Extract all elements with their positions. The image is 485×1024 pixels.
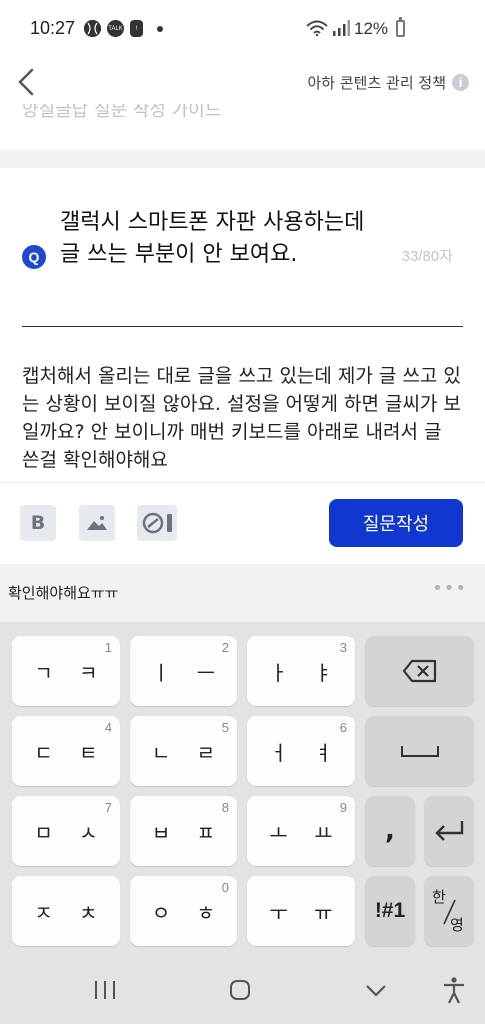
suggestion-item[interactable]: 확인해야해요ㅠㅠ (8, 582, 118, 603)
keyboard: ㄱ ㅋ 1 ㅣ ㅡ 2 ㅏ ㅑ 3 ㄷ ㅌ 4 ㄴ ㄹ 5 ㅓ ㅕ 6 ㅁ ㅅ … (0, 622, 485, 955)
key-label: ㅜ ㅠ (269, 900, 343, 925)
key-number: 6 (339, 720, 347, 735)
battery-icon (396, 17, 405, 37)
signal-icon (333, 20, 350, 36)
status-time: 10:27 (30, 18, 76, 38)
symbols-key[interactable]: !#1 (365, 876, 415, 946)
chevron-left-icon (18, 68, 34, 96)
language-toggle-key[interactable]: 한 영 (424, 876, 474, 946)
content-policy-link[interactable]: 아하 콘텐츠 관리 정책 i (307, 72, 469, 93)
notification-dot-icon (157, 25, 163, 32)
question-title-text[interactable]: 갤럭시 스마트폰 자판 사용하는데 글 쓰는 부분이 안 보여요. (60, 207, 390, 271)
question-guide-link[interactable]: 양질글답 질문 작성 가이드 (0, 104, 485, 126)
link-icon (142, 512, 172, 534)
key-number: 9 (339, 800, 347, 815)
question-guide-text: 양질글답 질문 작성 가이드 (22, 104, 222, 121)
bold-button[interactable]: B (20, 505, 56, 541)
keyboard-suggestion-bar: 확인해야해요ㅠㅠ ••• (0, 564, 485, 622)
key-number: 8 (221, 800, 229, 815)
alert-icon: ! (130, 20, 143, 37)
link-button[interactable] (137, 505, 177, 541)
back-button[interactable] (12, 64, 46, 100)
key-label: ㅓ ㅕ (269, 740, 343, 765)
key-number: 5 (221, 720, 229, 735)
accessibility-icon (444, 977, 464, 1004)
hide-keyboard-button[interactable] (356, 975, 396, 1005)
content-policy-label: 아하 콘텐츠 관리 정책 (307, 74, 446, 92)
question-title-field[interactable]: Q 갤럭시 스마트폰 자판 사용하는데 글 쓰는 부분이 안 보여요. 33/8… (22, 207, 463, 307)
key-label: ㅇ ㅎ (151, 900, 226, 925)
section-divider (0, 150, 485, 168)
more-dots-icon[interactable]: ••• (432, 578, 467, 599)
backspace-icon (402, 659, 436, 683)
accessibility-button[interactable] (434, 975, 474, 1005)
question-badge-icon: Q (22, 245, 46, 269)
hide-keyboard-icon (366, 985, 386, 997)
key-number: 4 (104, 720, 112, 735)
key-a-ya[interactable]: ㅏ ㅑ 3 (247, 636, 355, 706)
key-label: ㅗ ㅛ (269, 820, 343, 845)
baseball-icon (84, 20, 101, 37)
key-label: ㅈ ㅊ (34, 900, 108, 925)
title-char-counter: 33/80자 (401, 248, 453, 265)
talk-icon: TALK (107, 20, 124, 37)
bold-label: B (30, 512, 46, 534)
key-digeut-tieut[interactable]: ㄷ ㅌ 4 (12, 716, 120, 786)
wifi-icon (306, 20, 328, 36)
key-number: 7 (104, 800, 112, 815)
key-nieun-rieul[interactable]: ㄴ ㄹ 5 (130, 716, 237, 786)
editor-toolbar: B 질문작성 (0, 482, 485, 564)
system-nav-bar (0, 955, 485, 1024)
info-icon: i (452, 74, 469, 91)
status-bar: 10:27 TALK ! 12% (0, 0, 485, 60)
key-label: ㄴ ㄹ (151, 740, 226, 765)
status-left-icons: TALK ! (84, 20, 163, 37)
recent-apps-icon (95, 981, 115, 999)
status-right-icons (306, 20, 350, 36)
key-bieup-pieup[interactable]: ㅂ ㅍ 8 (130, 796, 237, 866)
key-number: 3 (339, 640, 347, 655)
comma-key[interactable]: , (365, 796, 415, 866)
key-o-yo[interactable]: ㅗ ㅛ 9 (247, 796, 355, 866)
enter-icon (435, 821, 464, 841)
image-icon (87, 516, 107, 530)
key-giyeok-kieuk[interactable]: ㄱ ㅋ 1 (12, 636, 120, 706)
key-label: ㄷ ㅌ (34, 740, 108, 765)
title-underline (22, 326, 463, 327)
key-label: ㅂ ㅍ (151, 820, 226, 845)
key-label: ㅁ ㅅ (34, 820, 108, 845)
recent-apps-button[interactable] (85, 975, 125, 1005)
key-number: 1 (104, 640, 112, 655)
backspace-key[interactable] (365, 636, 474, 706)
space-key[interactable] (365, 716, 474, 786)
home-icon (230, 980, 250, 1000)
key-number: 0 (221, 880, 229, 895)
enter-key[interactable] (424, 796, 474, 866)
key-ieung-hieut[interactable]: ㅇ ㅎ 0 (130, 876, 237, 946)
key-jieut-chieut[interactable]: ㅈ ㅊ (12, 876, 120, 946)
key-label: ㅏ ㅑ (269, 660, 343, 685)
app-header: 아하 콘텐츠 관리 정책 i (0, 60, 485, 106)
key-number: 2 (221, 640, 229, 655)
key-label: ㄱ ㅋ (34, 660, 108, 685)
key-mieum-siot[interactable]: ㅁ ㅅ 7 (12, 796, 120, 866)
home-button[interactable] (220, 975, 260, 1005)
key-eo-yeo[interactable]: ㅓ ㅕ 6 (247, 716, 355, 786)
lang-slash-icon (443, 899, 456, 925)
image-button[interactable] (79, 505, 115, 541)
question-body-field[interactable]: 캡처해서 올리는 대로 글을 쓰고 있는데 제가 글 쓰고 있는 상황이 보이질… (22, 362, 462, 474)
space-icon (400, 746, 439, 757)
battery-percent: 12% (354, 19, 389, 38)
key-label: ㅣ ㅡ (151, 660, 226, 685)
key-i-eu[interactable]: ㅣ ㅡ 2 (130, 636, 237, 706)
submit-question-button[interactable]: 질문작성 (329, 499, 463, 547)
lang-english-label: 영 (450, 916, 464, 934)
key-u-yu[interactable]: ㅜ ㅠ (247, 876, 355, 946)
